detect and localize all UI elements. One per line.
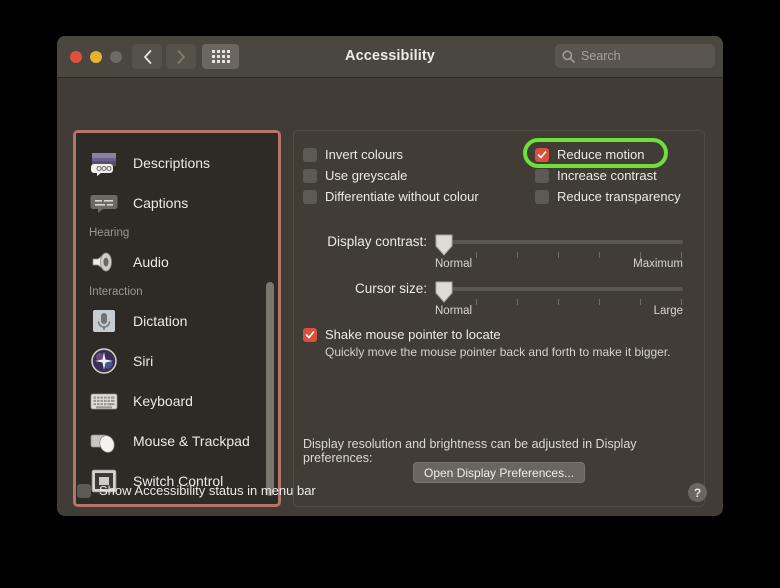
sidebar-item-label: Keyboard	[133, 393, 193, 409]
checkbox-box[interactable]	[535, 148, 549, 162]
sidebar-item-audio[interactable]: Audio	[76, 242, 278, 282]
sidebar-group-hearing: Hearing	[76, 227, 278, 239]
checkbox-label: Differentiate without colour	[325, 189, 479, 204]
sidebar-item-keyboard[interactable]: Keyboard	[76, 381, 278, 421]
sidebar-item-captions[interactable]: Captions	[76, 183, 278, 223]
checkbox-show-accessibility-status[interactable]: Show Accessibility status in menu bar	[77, 483, 316, 498]
checkbox-box[interactable]	[303, 169, 317, 183]
options-row: Use greyscale Increase contrast	[303, 165, 699, 186]
window-titlebar: Accessibility Search	[57, 36, 723, 78]
sidebar-item-siri[interactable]: Siri	[76, 341, 278, 381]
help-button[interactable]: ?	[688, 483, 707, 502]
options-row: Differentiate without colour Reduce tran…	[303, 186, 699, 207]
slider-end-labels: Normal Maximum	[435, 258, 683, 270]
open-display-preferences-button[interactable]: Open Display Preferences...	[413, 462, 585, 483]
shake-pointer-description: Quickly move the mouse pointer back and …	[325, 345, 699, 359]
checkbox-use-greyscale[interactable]: Use greyscale	[303, 168, 535, 183]
checkbox-box[interactable]	[535, 190, 549, 204]
checkbox-label: Increase contrast	[557, 168, 657, 183]
sidebar-item-mouse-trackpad[interactable]: Mouse & Trackpad	[76, 421, 278, 461]
checkbox-shake-mouse-pointer[interactable]: Shake mouse pointer to locate	[303, 327, 699, 342]
mouse-trackpad-icon	[89, 426, 119, 456]
captions-icon	[89, 188, 119, 218]
checkbox-label: Reduce motion	[557, 147, 644, 162]
checkbox-differentiate-without-colour[interactable]: Differentiate without colour	[303, 189, 535, 204]
sidebar-item-label: Audio	[133, 254, 169, 270]
checkbox-box[interactable]	[77, 484, 91, 498]
checkbox-box[interactable]	[303, 190, 317, 204]
slider-max-label: Large	[654, 305, 683, 317]
sidebar-item-label: Captions	[133, 195, 188, 211]
microphone-icon	[89, 306, 119, 336]
checkbox-label: Reduce transparency	[557, 189, 681, 204]
sidebar-group-interaction: Interaction	[76, 286, 278, 298]
checkbox-reduce-transparency[interactable]: Reduce transparency	[535, 189, 681, 204]
display-contrast-label: Display contrast:	[294, 234, 427, 249]
checkbox-label: Shake mouse pointer to locate	[325, 327, 501, 342]
sidebar-item-label: Mouse & Trackpad	[133, 433, 250, 449]
display-settings-pane: Invert colours Reduce motion	[293, 130, 705, 507]
sidebar-item-label: Descriptions	[133, 155, 210, 171]
checkbox-invert-colours[interactable]: Invert colours	[303, 147, 535, 162]
search-placeholder: Search	[581, 49, 621, 63]
speaker-icon	[89, 247, 119, 277]
keyboard-icon	[89, 386, 119, 416]
sidebar-scrollbar[interactable]	[266, 139, 274, 498]
checkbox-box[interactable]	[303, 148, 317, 162]
checkbox-label: Show Accessibility status in menu bar	[99, 483, 316, 498]
descriptions-icon	[89, 148, 119, 178]
sidebar-highlight-box: Descriptions Captions Hearing	[73, 130, 281, 507]
search-input[interactable]: Search	[555, 44, 715, 68]
slider-max-label: Maximum	[633, 258, 683, 270]
checkbox-box[interactable]	[535, 169, 549, 183]
display-options-grid: Invert colours Reduce motion	[303, 144, 699, 207]
slider-end-labels: Normal Large	[435, 305, 683, 317]
search-icon	[562, 50, 575, 63]
slider-min-label: Normal	[435, 258, 472, 270]
accessibility-preferences-window: Accessibility Search	[57, 36, 723, 516]
shake-pointer-section: Shake mouse pointer to locate Quickly mo…	[303, 327, 699, 359]
checkbox-label: Use greyscale	[325, 168, 407, 183]
options-row: Invert colours Reduce motion	[303, 144, 699, 165]
sidebar-scrollbar-thumb[interactable]	[266, 282, 274, 496]
slider-track[interactable]	[435, 240, 683, 244]
sidebar: Descriptions Captions Hearing	[76, 133, 278, 504]
sidebar-item-dictation[interactable]: Dictation	[76, 301, 278, 341]
checkbox-label: Invert colours	[325, 147, 403, 162]
checkbox-reduce-motion[interactable]: Reduce motion	[535, 147, 644, 162]
sidebar-item-label: Siri	[133, 353, 153, 369]
cursor-size-label: Cursor size:	[294, 281, 427, 296]
slider-track[interactable]	[435, 287, 683, 291]
display-preferences-note: Display resolution and brightness can be…	[303, 437, 699, 465]
slider-min-label: Normal	[435, 305, 472, 317]
sidebar-item-descriptions[interactable]: Descriptions	[76, 143, 278, 183]
siri-icon	[89, 346, 119, 376]
checkbox-increase-contrast[interactable]: Increase contrast	[535, 168, 657, 183]
window-body: Descriptions Captions Hearing	[57, 78, 723, 516]
checkbox-box[interactable]	[303, 328, 317, 342]
sidebar-item-label: Dictation	[133, 313, 187, 329]
